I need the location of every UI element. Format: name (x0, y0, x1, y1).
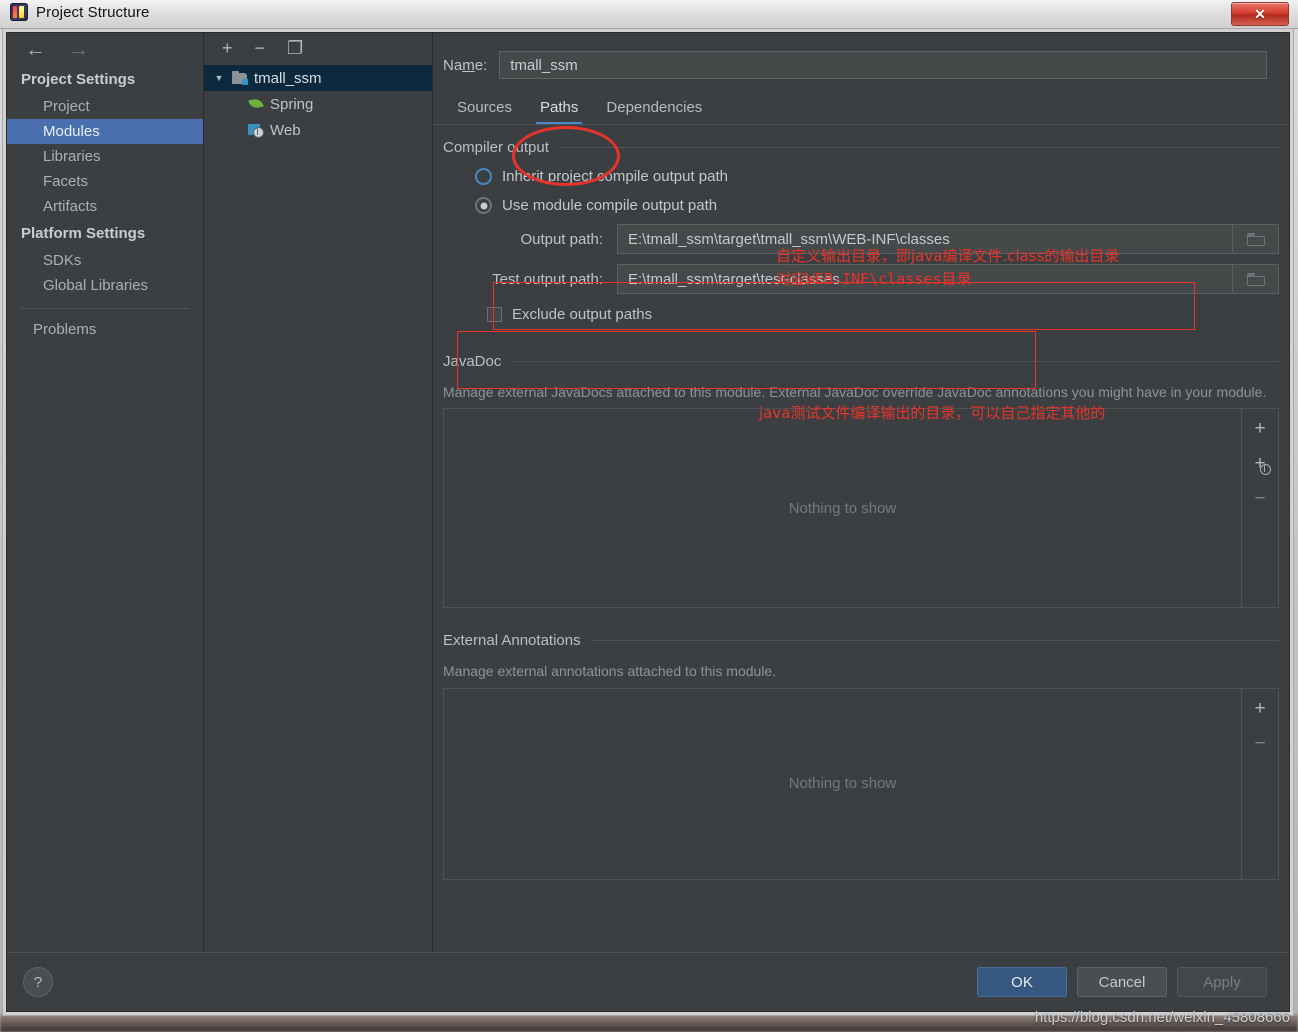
module-name-value: tmall_ssm (510, 56, 578, 74)
screenshot-root: Project Structure ✕ ← → Project Settings… (0, 0, 1298, 1032)
add-icon[interactable]: + (222, 39, 233, 57)
use-module-output-label: Use module compile output path (502, 197, 718, 214)
sidebar-item-project[interactable]: Project (7, 94, 203, 119)
external-annotations-group-header: External Annotations (443, 632, 1279, 649)
folder-icon (1246, 272, 1265, 286)
apply-button[interactable]: Apply (1177, 967, 1267, 997)
window-titlebar: Project Structure ✕ (0, 0, 1298, 29)
module-icon (232, 71, 248, 85)
tree-node-label: tmall_ssm (254, 69, 322, 87)
sidebar-item-facets[interactable]: Facets (7, 169, 203, 194)
sidebar-item-modules[interactable]: Modules (7, 119, 203, 144)
tree-node-label: Spring (270, 95, 314, 113)
editor-tabs: Sources Paths Dependencies (433, 79, 1289, 125)
close-icon: ✕ (1254, 5, 1266, 22)
tree-node-web[interactable]: Web (204, 117, 432, 143)
navigation-arrows: ← → (7, 33, 203, 65)
ok-button[interactable]: OK (977, 967, 1067, 997)
folder-icon (1246, 232, 1265, 246)
tab-paths[interactable]: Paths (526, 95, 592, 125)
web-icon (248, 123, 264, 138)
project-structure-window: Project Structure ✕ ← → Project Settings… (0, 0, 1298, 1020)
arrow-left-icon[interactable]: ← (25, 39, 46, 60)
inherit-output-radio[interactable] (475, 168, 492, 185)
inherit-output-label: Inherit project compile output path (502, 168, 728, 185)
sidebar-group-header-platform-settings: Platform Settings (21, 225, 146, 242)
sidebar-divider (21, 308, 189, 309)
module-tree-toolbar: + − ❐ (204, 33, 432, 63)
sidebar-item-problems[interactable]: Problems (7, 317, 203, 342)
exclude-output-paths-row[interactable]: Exclude output paths (487, 306, 1279, 323)
sidebar-item-sdks[interactable]: SDKs (7, 248, 203, 273)
external-annotations-list-buttons: + − (1241, 688, 1278, 879)
javadoc-list-panel: Nothing to show + + − (443, 408, 1279, 609)
copy-icon[interactable]: ❐ (287, 39, 303, 57)
sidebar-item-artifacts[interactable]: Artifacts (7, 194, 203, 219)
sidebar-item-global-libraries[interactable]: Global Libraries (7, 273, 203, 298)
window-title: Project Structure (36, 3, 150, 21)
javadoc-title: JavaDoc (443, 353, 502, 370)
tab-dependencies[interactable]: Dependencies (592, 95, 716, 125)
module-name-row: Name: tmall_ssm (433, 33, 1289, 79)
inherit-output-radio-row[interactable]: Inherit project compile output path (475, 168, 1279, 185)
close-button[interactable]: ✕ (1231, 2, 1289, 26)
external-annotations-list-panel: Nothing to show + − (443, 687, 1279, 880)
globe-icon (1259, 464, 1271, 476)
watermark-url: https://blog.csdn.net/weixin_45808666 (1034, 1009, 1290, 1026)
test-output-path-label: Test output path: (492, 270, 603, 288)
module-tree: ▼ tmall_ssm Spring Web (204, 63, 432, 143)
remove-icon[interactable]: − (255, 39, 266, 57)
settings-sidebar: ← → Project Settings Project Modules Lib… (7, 33, 204, 952)
output-path-browse-button[interactable] (1233, 224, 1279, 254)
external-annotations-list-area[interactable]: Nothing to show (444, 689, 1241, 879)
add-javadoc-url-button[interactable]: + (1254, 454, 1271, 476)
tree-node-spring[interactable]: Spring (204, 91, 432, 117)
module-name-label: Name: (443, 56, 488, 74)
group-divider (590, 640, 1279, 642)
project-structure-dialog: ← → Project Settings Project Modules Lib… (6, 32, 1290, 1012)
module-name-input[interactable]: tmall_ssm (499, 51, 1267, 79)
spring-leaf-icon (248, 97, 264, 111)
remove-javadoc-button[interactable]: − (1254, 489, 1265, 508)
tree-node-tmall-ssm[interactable]: ▼ tmall_ssm (204, 65, 432, 91)
annotation-text-webinf-classes: 对应WEB-INF\classes目录 (776, 270, 972, 288)
external-annotations-empty-text: Nothing to show (788, 775, 897, 793)
tab-sources[interactable]: Sources (443, 95, 526, 125)
arrow-right-icon[interactable]: → (68, 39, 89, 60)
module-editor-panel: Name: tmall_ssm Sources Paths Dependenci… (433, 33, 1289, 952)
chevron-down-icon[interactable]: ▼ (212, 73, 226, 83)
dialog-footer: ? OK Cancel Apply (7, 952, 1289, 1011)
javadoc-list-buttons: + + − (1241, 409, 1278, 608)
use-module-output-radio[interactable] (475, 197, 492, 214)
external-annotations-description: Manage external annotations attached to … (443, 663, 777, 680)
output-path-label: Output path: (520, 230, 603, 248)
javadoc-group-header: JavaDoc (443, 353, 1279, 370)
javadoc-list-area[interactable]: Nothing to show (444, 409, 1241, 607)
titlebar-left: Project Structure (10, 3, 149, 21)
module-tree-panel: + − ❐ ▼ tmall_ssm Spring Web (204, 33, 433, 952)
exclude-output-paths-checkbox[interactable] (487, 307, 502, 322)
group-divider (511, 361, 1279, 362)
annotation-text-output-dir: 自定义输出目录，即java编译文件.class的输出目录 (776, 247, 1120, 265)
tree-node-label: Web (270, 121, 301, 139)
external-annotations-title: External Annotations (443, 632, 581, 650)
dialog-body: ← → Project Settings Project Modules Lib… (7, 33, 1289, 952)
remove-annotation-button[interactable]: − (1254, 734, 1265, 753)
add-javadoc-button[interactable]: + (1254, 419, 1265, 438)
compiler-output-group-header: Compiler output (443, 139, 1279, 156)
add-annotation-button[interactable]: + (1254, 699, 1265, 718)
test-output-path-browse-button[interactable] (1233, 264, 1279, 294)
javadoc-empty-text: Nothing to show (788, 499, 897, 517)
annotation-text-test-output-dir: java测试文件编译输出的目录，可以自己指定其他的 (759, 404, 1106, 422)
sidebar-item-libraries[interactable]: Libraries (7, 144, 203, 169)
group-divider (558, 147, 1279, 148)
use-module-output-radio-row[interactable]: Use module compile output path (475, 197, 1279, 214)
javadoc-description: Manage external JavaDocs attached to thi… (443, 384, 1267, 400)
compiler-output-title: Compiler output (443, 139, 549, 156)
exclude-output-paths-label: Exclude output paths (512, 306, 653, 323)
sidebar-group-header-project-settings: Project Settings (21, 71, 136, 88)
help-button[interactable]: ? (23, 967, 53, 997)
cancel-button[interactable]: Cancel (1077, 967, 1167, 997)
intellij-idea-icon (10, 3, 28, 21)
